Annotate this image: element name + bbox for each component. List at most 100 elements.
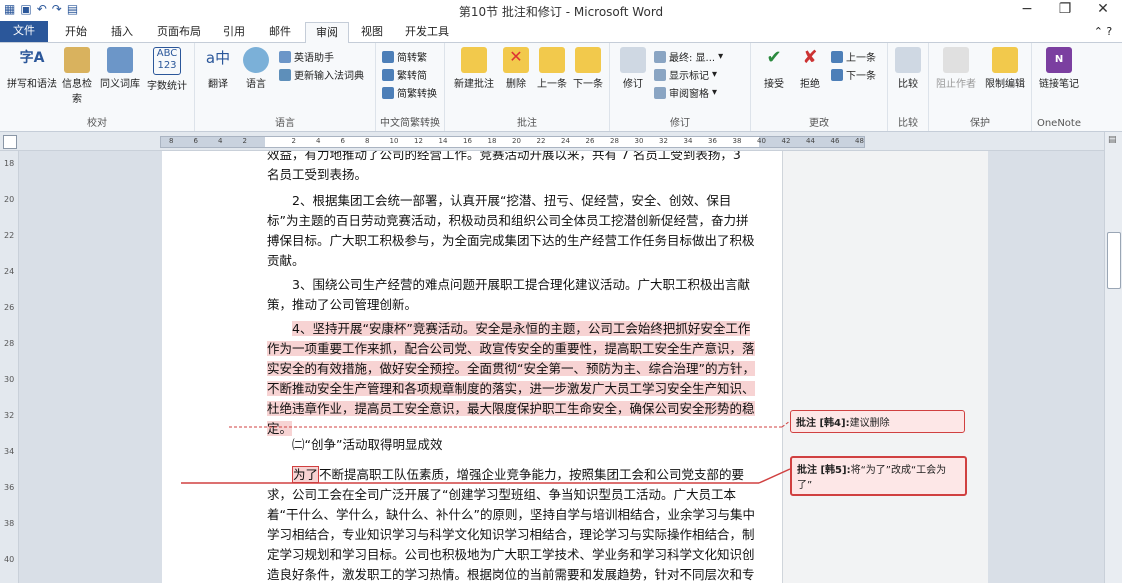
comment-4-connector-tip bbox=[781, 420, 791, 428]
group-comments: 新建批注 ✕ 删除 上一条 下一条 批注 bbox=[445, 43, 610, 131]
tab-mailings[interactable]: 邮件 bbox=[260, 22, 300, 42]
language-button[interactable]: 语言 bbox=[239, 47, 273, 90]
ruler-number: 4 bbox=[316, 137, 321, 145]
vruler-number: 20 bbox=[4, 195, 15, 204]
window-controls: − ❐ ✕ bbox=[1008, 0, 1122, 20]
vruler-number: 30 bbox=[4, 375, 15, 384]
compare-button[interactable]: 比较 bbox=[894, 47, 922, 90]
delete-comment-button[interactable]: ✕ 删除 bbox=[501, 47, 531, 90]
reject-button[interactable]: ✘ 拒绝 bbox=[793, 47, 827, 90]
comment-5-connector-tip bbox=[758, 468, 791, 484]
tab-home[interactable]: 开始 bbox=[56, 22, 96, 42]
block-authors-button[interactable]: 阻止作者 bbox=[933, 47, 979, 90]
globe-icon bbox=[243, 47, 269, 73]
update-ime-button[interactable]: 更新输入法词典 bbox=[279, 67, 364, 82]
ruler-number: 34 bbox=[683, 137, 693, 145]
tab-view[interactable]: 视图 bbox=[352, 22, 392, 42]
ruler-number: 6 bbox=[193, 137, 198, 145]
ruler-number: 26 bbox=[585, 137, 595, 145]
scrollbar-thumb[interactable] bbox=[1107, 232, 1121, 289]
next-comment-icon bbox=[575, 47, 601, 73]
research-icon bbox=[64, 47, 90, 73]
ruler-number: 16 bbox=[463, 137, 472, 145]
vertical-ruler[interactable]: 18 20 22 24 26 28 30 32 34 36 38 40 bbox=[0, 151, 19, 583]
minimize-icon[interactable]: − bbox=[1008, 0, 1046, 20]
tab-page-layout[interactable]: 页面布局 bbox=[150, 22, 208, 42]
wordcount-button[interactable]: ABC 123 字数统计 bbox=[144, 47, 190, 92]
ruler-number: 2 bbox=[242, 137, 247, 145]
dictionary-icon bbox=[279, 68, 291, 81]
convert-button[interactable]: 简繁转换 bbox=[382, 85, 437, 100]
horizontal-ruler-bar: 8 6 4 2 2 4 6 8 10 12 14 16 18 20 22 24 26 28 30 32 34 36 38 40… bbox=[0, 132, 1122, 151]
document-area: 效益，有力地推动了公司的经营工作。竞赛活动开展以来，共有 7 名员工受到表扬，3… bbox=[19, 151, 1104, 583]
prev-change-icon bbox=[831, 50, 843, 63]
group-onenote: N 链接笔记 OneNote bbox=[1032, 43, 1086, 131]
ruler-toggle-icon[interactable]: ▤ bbox=[1108, 135, 1117, 145]
tab-file[interactable]: 文件 bbox=[0, 21, 48, 42]
linked-notes-button[interactable]: N 链接笔记 bbox=[1038, 47, 1080, 90]
wordcount-icon: ABC 123 bbox=[153, 47, 181, 75]
ruler-number: 12 bbox=[414, 137, 423, 145]
tab-references[interactable]: 引用 bbox=[214, 22, 254, 42]
vruler-number: 38 bbox=[4, 519, 15, 528]
tab-selector-icon[interactable] bbox=[3, 135, 17, 149]
restrict-editing-button[interactable]: 限制编辑 bbox=[981, 47, 1029, 90]
spelling-icon: 字A bbox=[19, 50, 45, 66]
vruler-number: 22 bbox=[4, 231, 15, 240]
prev-change-button[interactable]: 上一条 bbox=[831, 49, 876, 64]
horizontal-ruler[interactable]: 8 6 4 2 2 4 6 8 10 12 14 16 18 20 22 24 26 28 30 32 34 36 38 40… bbox=[160, 136, 865, 148]
new-comment-button[interactable]: 新建批注 bbox=[451, 47, 497, 90]
ruler-number: 46 bbox=[830, 137, 840, 145]
translate-button[interactable]: a中 翻译 bbox=[201, 47, 235, 90]
convert-icon bbox=[382, 86, 394, 99]
display-for-review-select[interactable]: 最终: 显... ▾ bbox=[654, 49, 723, 64]
show-markup-button[interactable]: 显示标记 ▾ bbox=[654, 67, 717, 82]
next-comment-button[interactable]: 下一条 bbox=[571, 47, 605, 90]
ruler-number: 24 bbox=[561, 137, 570, 145]
ruler-number: 10 bbox=[389, 137, 399, 145]
help-icon[interactable]: ⌃ ? bbox=[1088, 22, 1118, 42]
vruler-number: 32 bbox=[4, 411, 15, 420]
ruler-number: 8 bbox=[169, 137, 174, 145]
ruler-number: 20 bbox=[512, 137, 521, 145]
ruler-number: 32 bbox=[659, 137, 668, 145]
comment-4-text: 建议删除 bbox=[849, 418, 890, 429]
ruler-left-margin bbox=[161, 137, 265, 147]
review-pane-button[interactable]: 审阅窗格 ▾ bbox=[654, 85, 717, 100]
ruler-number: 36 bbox=[708, 137, 717, 145]
ruler-number: 42 bbox=[781, 137, 791, 145]
to-simplified-button[interactable]: 繁转简 bbox=[382, 67, 427, 82]
tab-developer[interactable]: 开发工具 bbox=[398, 22, 456, 42]
restore-icon[interactable]: ❐ bbox=[1046, 0, 1084, 20]
tab-insert[interactable]: 插入 bbox=[102, 22, 142, 42]
markup-icon bbox=[654, 68, 666, 81]
research-button[interactable]: 信息检索 bbox=[62, 47, 92, 105]
vruler-number: 24 bbox=[4, 267, 15, 276]
group-language: a中 翻译 语言 英语助手 更新输入法词典 语言 bbox=[195, 43, 376, 131]
ruler-number: 44 bbox=[806, 137, 815, 145]
prev-comment-button[interactable]: 上一条 bbox=[535, 47, 569, 90]
vruler-number: 28 bbox=[4, 339, 15, 348]
ruler-number: 18 bbox=[487, 137, 497, 145]
comment-connectors bbox=[181, 420, 791, 484]
next-change-icon bbox=[831, 68, 843, 81]
compare-icon bbox=[895, 47, 921, 73]
close-icon[interactable]: ✕ bbox=[1084, 0, 1122, 20]
vertical-scrollbar[interactable]: ▤ bbox=[1104, 132, 1122, 583]
comment-5[interactable]: 批注 [韩5]:将“为了”改成“工会为了” bbox=[790, 456, 967, 496]
group-tracking: 修订 最终: 显... ▾ 显示标记 ▾ 审阅窗格 ▾ 修订 bbox=[610, 43, 751, 131]
ribbon-tabs: 文件 开始 插入 页面布局 引用 邮件 审阅 视图 开发工具 ⌃ ? bbox=[0, 20, 1122, 43]
english-assistant-button[interactable]: 英语助手 bbox=[279, 49, 334, 64]
accept-button[interactable]: ✔ 接受 bbox=[757, 47, 791, 90]
track-changes-icon bbox=[620, 47, 646, 73]
comment-4[interactable]: 批注 [韩4]:建议删除 bbox=[790, 410, 965, 433]
translate-icon: a中 bbox=[205, 49, 231, 67]
group-chinese-conversion: 简转繁 繁转简 简繁转换 中文简繁转换 bbox=[376, 43, 445, 131]
thesaurus-button[interactable]: 同义词库 bbox=[96, 47, 144, 90]
to-traditional-button[interactable]: 简转繁 bbox=[382, 49, 427, 64]
spelling-button[interactable]: 字A 拼写和语法 bbox=[4, 47, 60, 90]
next-change-button[interactable]: 下一条 bbox=[831, 67, 876, 82]
tab-review[interactable]: 审阅 bbox=[305, 22, 349, 43]
title-bar: ▦ ▣ ↶ ↷ ▤ 第10节 批注和修订 - Microsoft Word − … bbox=[0, 0, 1122, 20]
track-changes-button[interactable]: 修订 bbox=[616, 47, 650, 90]
